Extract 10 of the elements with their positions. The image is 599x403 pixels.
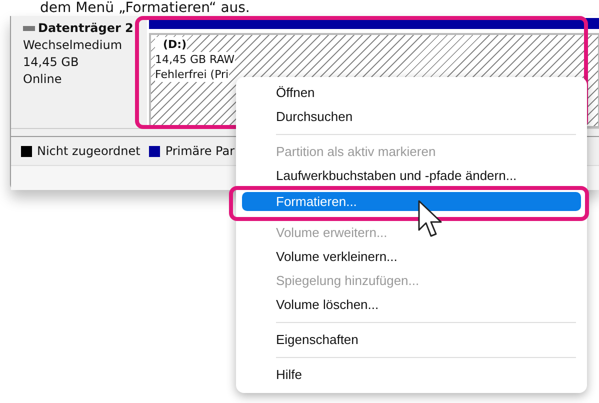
caption-text: dem Menü „Formatieren“ aus. — [39, 0, 251, 16]
partition-status: Fehlerfrei (Pri — [155, 67, 229, 82]
disk-name: Datenträger 2 — [38, 20, 134, 37]
disk-size: 14,45 GB — [23, 54, 80, 71]
disk-status: Online — [23, 71, 63, 88]
partition-size: 14,45 GB RAW — [155, 52, 235, 67]
partition-letter: (D:) — [155, 37, 187, 52]
disk-type: Wechselmedium — [23, 37, 124, 54]
legend-label: Primäre Par — [165, 144, 234, 158]
legend-label: Nicht zugeordnet — [37, 144, 140, 158]
